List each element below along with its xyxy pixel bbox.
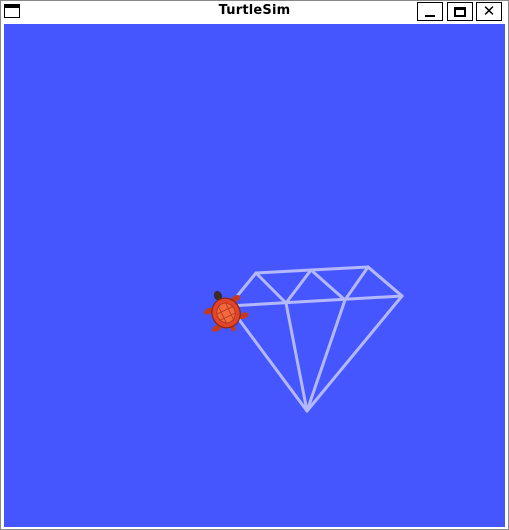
diamond-drawing <box>227 265 404 413</box>
turtlesim-window: TurtleSim ✕ <box>0 0 509 530</box>
diamond-pavilion-right <box>305 294 404 413</box>
close-button[interactable]: ✕ <box>476 2 502 21</box>
diamond-crown-right <box>366 265 404 298</box>
minimize-icon <box>425 14 435 17</box>
maximize-button[interactable] <box>447 2 473 21</box>
drawing-surface <box>203 265 404 413</box>
diamond-top-edge <box>254 265 404 298</box>
maximize-icon <box>454 6 466 17</box>
turtle-canvas[interactable] <box>4 24 505 527</box>
diamond-pavilion-inner-right <box>305 298 347 413</box>
close-icon: ✕ <box>482 2 496 20</box>
title-bar[interactable]: TurtleSim ✕ <box>1 1 508 23</box>
diamond-girdle <box>227 294 404 308</box>
minimize-button[interactable] <box>417 2 443 21</box>
turtle-icon <box>203 290 249 332</box>
